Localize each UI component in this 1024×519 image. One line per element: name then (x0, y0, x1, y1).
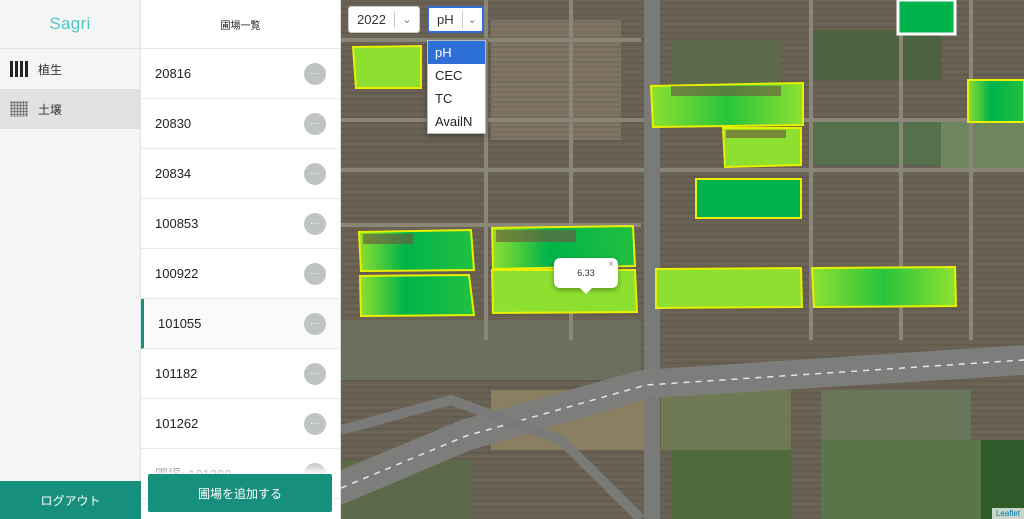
field-list-item[interactable]: 101182 ··· (141, 349, 340, 399)
farm-plot (341, 320, 641, 380)
vegetation-bars-icon (10, 61, 28, 77)
field-list-item[interactable]: 101055 ··· (141, 299, 340, 349)
field-list-panel: 圃場一覧 20816 ··· 20830 ··· 20834 ··· 100853 ··· 10… (141, 0, 341, 519)
field-polygon[interactable] (810, 265, 958, 309)
parameter-select[interactable]: pH ⌄ (427, 6, 484, 33)
more-options-icon[interactable]: ··· (304, 62, 326, 85)
field-polygon[interactable] (655, 266, 804, 310)
more-options-icon[interactable]: ··· (304, 162, 326, 185)
field-polygon[interactable] (358, 273, 476, 318)
field-polygon[interactable] (695, 178, 802, 219)
sidebar-item-label: 植生 (38, 62, 63, 77)
sidebar: Sagri 植生 土壌 ログアウト (0, 0, 141, 519)
field-id: 20830 (155, 116, 192, 131)
sidebar-item-vegetation[interactable]: 植生 (0, 49, 140, 89)
field-id: 101055 (158, 316, 202, 331)
more-options-icon[interactable]: ··· (304, 212, 326, 235)
field-list-item[interactable]: 20830 ··· (141, 99, 340, 149)
farm-plot (811, 30, 941, 80)
field-polygon[interactable] (896, 0, 957, 36)
field-id: 100853 (155, 216, 199, 231)
main-road (644, 0, 660, 519)
field-id: 101182 (155, 366, 198, 381)
soil-dots-icon (10, 101, 28, 117)
farm-plot (821, 390, 971, 440)
field-list-item[interactable]: 20816 ··· (141, 49, 340, 99)
field-polygon[interactable] (967, 79, 1024, 123)
field-list-item[interactable]: 101262 ··· (141, 399, 340, 449)
app-logo: Sagri (0, 0, 140, 49)
option-cec[interactable]: CEC (428, 64, 485, 87)
field-list-item[interactable]: 100853 ··· (141, 199, 340, 249)
add-field-button[interactable]: 圃場を追加する (148, 474, 332, 512)
option-ph[interactable]: pH (428, 41, 485, 64)
option-availn[interactable]: AvailN (428, 110, 485, 133)
field-list-item[interactable]: 20834 ··· (141, 149, 340, 199)
year-select[interactable]: 2022 ⌄ (348, 6, 420, 33)
more-options-icon[interactable]: ··· (304, 112, 326, 135)
chevron-down-icon: ⌄ (402, 14, 412, 26)
field-polygon[interactable] (351, 44, 422, 89)
close-icon[interactable]: × (608, 259, 614, 270)
farm-plot (811, 120, 961, 165)
year-select-value: 2022 (357, 12, 386, 27)
map-attribution[interactable]: Leaflet (991, 508, 1024, 519)
option-tc[interactable]: TC (428, 87, 485, 110)
value-popup: 6.33 × (554, 258, 618, 294)
sidebar-item-label: 土壌 (38, 102, 63, 117)
field-id: 20816 (155, 66, 192, 81)
field-id: 100922 (155, 266, 199, 281)
farm-plot (671, 450, 791, 519)
more-options-icon[interactable]: ··· (304, 262, 326, 285)
field-list-title: 圃場一覧 (141, 0, 340, 49)
sidebar-item-soil[interactable]: 土壌 (0, 89, 140, 129)
map-view[interactable]: 2022 ⌄ pH ⌄ pH CEC TC AvailN 6.33 × Leaf… (341, 0, 1024, 519)
parameter-options-menu: pH CEC TC AvailN (427, 40, 486, 134)
parameter-select-value: pH (437, 12, 454, 27)
field-id: 101262 (155, 416, 199, 431)
logout-button[interactable]: ログアウト (0, 481, 141, 519)
farm-plot (941, 120, 1024, 170)
more-options-icon[interactable]: ··· (304, 362, 326, 385)
popup-value: 6.33 (577, 268, 595, 278)
field-id: 20834 (155, 166, 192, 181)
field-list-item[interactable]: 100922 ··· (141, 249, 340, 299)
more-options-icon[interactable]: ··· (304, 412, 326, 435)
field-list: 20816 ··· 20830 ··· 20834 ··· 100853 ··· 100922 ·… (141, 49, 340, 499)
farm-plot (661, 390, 791, 450)
more-options-icon[interactable]: ··· (304, 312, 326, 335)
chevron-down-icon: ⌄ (467, 14, 477, 26)
